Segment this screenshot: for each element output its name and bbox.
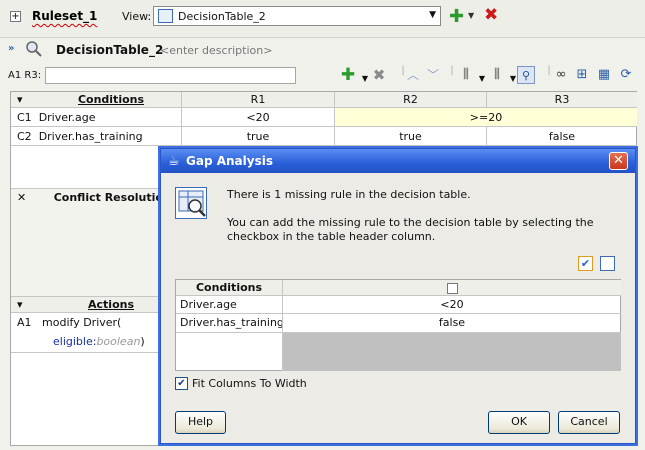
view-select-value: DecisionTable_2 xyxy=(178,10,266,23)
move-up-icon[interactable]: ︿ xyxy=(404,66,422,84)
parameter-close: ) xyxy=(140,335,145,348)
table-row[interactable]: C2 Driver.has_training xyxy=(11,127,182,146)
fit-columns-label[interactable]: Fit Columns To Width xyxy=(192,377,307,390)
cell-c1-r2-r3[interactable]: >=20 xyxy=(335,108,637,127)
add-rule-checkbox[interactable] xyxy=(446,282,458,294)
refresh-icon[interactable]: ⟳ xyxy=(617,66,635,84)
add-icon[interactable]: ✚ xyxy=(449,6,464,27)
search-icon[interactable] xyxy=(25,41,43,57)
action-label: modify Driver( xyxy=(42,316,122,329)
cell-value-input[interactable] xyxy=(45,67,296,84)
condition-label: Driver.age xyxy=(38,111,96,124)
gap-analysis-icon xyxy=(175,187,207,219)
close-icon[interactable]: ✕ xyxy=(17,191,26,204)
decision-table-icon xyxy=(158,9,173,23)
view-label: View: xyxy=(122,10,152,23)
binoculars-icon[interactable]: ∞ xyxy=(552,66,570,84)
action-id: A1 xyxy=(17,316,32,329)
parameter-type: boolean xyxy=(96,335,141,348)
help-button[interactable]: Help xyxy=(175,411,226,434)
add-icon[interactable]: ✚ xyxy=(339,66,357,84)
gap-row-label: Driver.has_training xyxy=(176,314,283,333)
cell-c2-r3[interactable]: false xyxy=(487,127,637,146)
decision-table-name: DecisionTable_2 xyxy=(56,43,164,57)
condition-id: C1 xyxy=(17,111,32,124)
gap-conditions-header: Conditions xyxy=(176,280,283,296)
empty-cell xyxy=(176,333,283,371)
gap-row-value: <20 xyxy=(283,296,621,314)
dialog-title: Gap Analysis xyxy=(186,154,273,168)
gap-row-label: Driver.age xyxy=(176,296,283,314)
condition-id: C2 xyxy=(17,130,32,143)
move-down-icon[interactable]: ﹀ xyxy=(424,66,442,84)
rule-header-r3[interactable]: R3 xyxy=(487,92,637,108)
parameter-name: eligible: xyxy=(53,335,97,348)
cell-c2-r2[interactable]: true xyxy=(335,127,487,146)
conditions-header: Conditions xyxy=(41,92,182,108)
delete-icon[interactable]: ✖ xyxy=(370,66,388,84)
compact-table-icon[interactable]: ⊞ xyxy=(573,66,591,84)
fit-columns-checkbox[interactable]: ✔ xyxy=(175,377,188,390)
condition-label: Driver.has_training xyxy=(38,130,143,143)
cell-reference-label: A1 R3: xyxy=(8,70,42,81)
collapse-icon[interactable]: » xyxy=(8,43,14,54)
description-placeholder[interactable]: <enter description> xyxy=(160,44,272,57)
gap-rule-header xyxy=(283,280,621,296)
dropdown-arrow-icon[interactable]: ▼ xyxy=(468,11,474,20)
dialog-instructions: You can add the missing rule to the deci… xyxy=(227,216,594,243)
ok-button[interactable]: OK xyxy=(488,411,550,434)
action-row[interactable]: A1 modify Driver( eligible:boolean) xyxy=(11,313,182,353)
deselect-all-checkbox-icon[interactable] xyxy=(600,256,615,271)
empty-area xyxy=(283,333,621,371)
table-row[interactable]: C1 Driver.age xyxy=(11,108,182,127)
rule-header-r2[interactable]: R2 xyxy=(335,92,487,108)
cell-c1-r1[interactable]: <20 xyxy=(182,108,335,127)
coffee-cup-icon: ☕ xyxy=(168,154,180,169)
gap-table: Conditions Driver.age <20 Driver.has_tra… xyxy=(175,279,621,371)
empty-cell xyxy=(11,146,182,189)
cancel-button[interactable]: Cancel xyxy=(558,411,620,434)
conflict-resolution-header: Conflict Resolution xyxy=(53,191,171,204)
ruleset-expand-icon[interactable]: + xyxy=(10,11,21,22)
delete-icon[interactable]: ✖ xyxy=(484,5,498,25)
table-icon[interactable]: ▦ xyxy=(595,66,613,84)
close-icon[interactable]: ✕ xyxy=(609,152,628,170)
action-parameter[interactable]: eligible:boolean) xyxy=(53,335,175,348)
conflict-resolution-section: ✕ Conflict Resolution xyxy=(11,189,182,297)
select-all-checkbox-icon[interactable]: ✔ xyxy=(578,256,593,271)
rule-header-r1[interactable]: R1 xyxy=(182,92,335,108)
cell-c2-r1[interactable]: true xyxy=(182,127,335,146)
dialog-message: There is 1 missing rule in the decision … xyxy=(227,188,471,201)
gap-row-value: false xyxy=(283,314,621,333)
gap-analysis-dialog: ☕ Gap Analysis ✕ There is 1 missing rule… xyxy=(160,148,636,444)
gap-analysis-icon[interactable]: ⚲ xyxy=(517,66,535,84)
view-select[interactable]: DecisionTable_2 ▼ xyxy=(153,6,441,26)
chevron-down-icon: ▼ xyxy=(429,10,436,20)
ruleset-title: Ruleset_1 xyxy=(32,9,98,23)
